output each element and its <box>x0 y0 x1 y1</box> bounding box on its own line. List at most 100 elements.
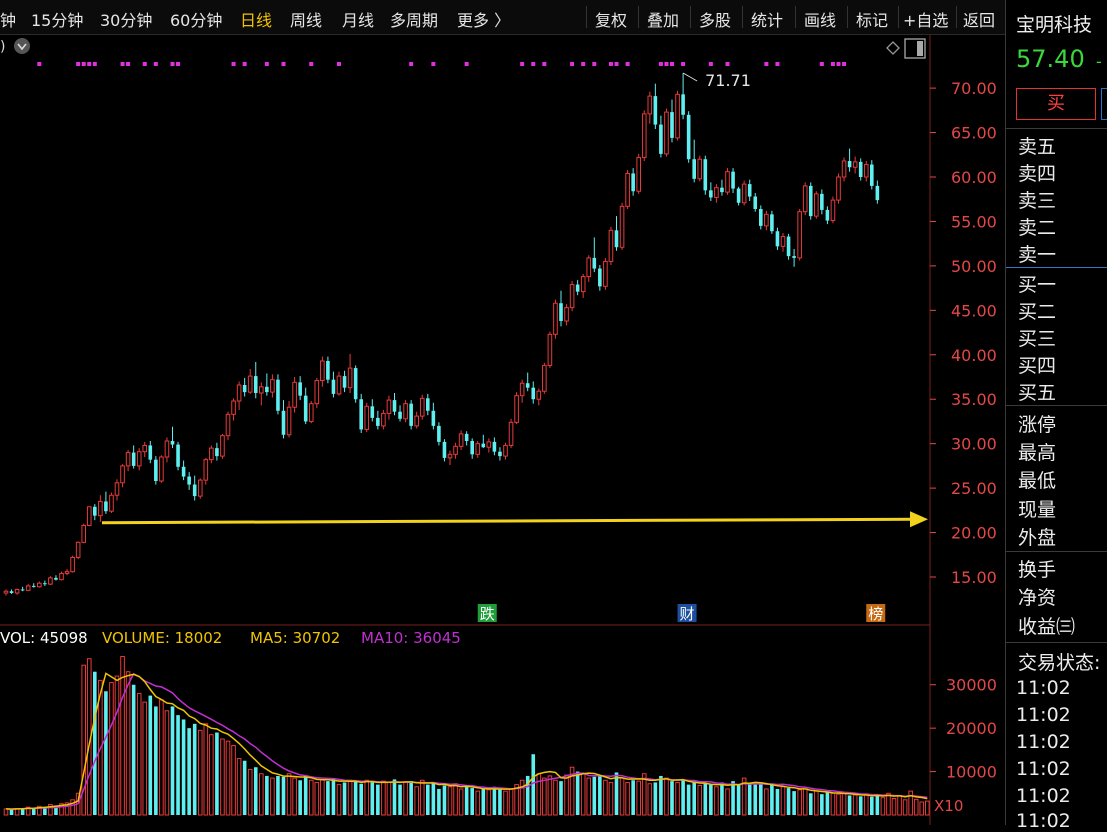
support-line-segment <box>101 517 913 525</box>
diamond-icon[interactable] <box>886 41 900 55</box>
price-axis-label: 65.00 <box>951 124 997 143</box>
signal-dot <box>120 62 125 66</box>
buy-button[interactable]: 买 <box>1016 88 1096 120</box>
volume-bar <box>437 788 441 815</box>
candle-body <box>647 95 653 115</box>
volume-bar <box>697 784 703 816</box>
candle-body <box>653 96 658 125</box>
candle-body <box>764 213 769 227</box>
volume-bar <box>392 779 397 815</box>
volume-bar <box>481 788 486 815</box>
last-price: 57.40 <box>1016 45 1085 73</box>
volume-bar <box>136 692 142 816</box>
volume-bar <box>292 777 297 816</box>
signal-dot <box>37 62 42 66</box>
volume-bar <box>209 734 214 816</box>
settings-dropdown-icon[interactable] <box>14 38 30 54</box>
volume-bar <box>503 790 508 816</box>
volume-axis-label: 20000 <box>946 719 997 738</box>
add-watchlist-button[interactable]: +自选 <box>903 7 948 31</box>
signal-dot <box>531 62 536 66</box>
signal-dot <box>231 62 236 66</box>
bid-level-3: 买三 <box>1018 328 1057 350</box>
volume-bar <box>770 783 774 815</box>
timeframe-tab-monthly[interactable]: 月线 <box>342 7 374 31</box>
chart-area[interactable]: ) 70.00 65.00 60.00 55.00 50.00 45.00 40.00 35.… <box>0 35 1039 825</box>
price-axis-label: 40.00 <box>951 346 997 365</box>
timeframe-tab-30min[interactable]: 30分钟 <box>100 7 152 31</box>
price-axis-label: 55.00 <box>951 212 997 231</box>
candle-body <box>731 171 735 189</box>
volume-bar <box>170 706 175 815</box>
back-button[interactable]: 返回 <box>963 7 995 31</box>
volume-bar <box>681 780 685 815</box>
volume-bar <box>331 778 336 815</box>
volume-bar <box>608 781 614 816</box>
candle-body <box>259 386 264 394</box>
timeframe-tab-weekly[interactable]: 周线 <box>290 7 322 31</box>
candle-body <box>481 443 486 448</box>
candle-body <box>636 156 642 192</box>
chart-canvas[interactable]: ) 70.00 65.00 60.00 55.00 50.00 45.00 40.00 35.… <box>0 35 1039 825</box>
timeframe-tab-daily[interactable]: 日线 <box>240 7 272 31</box>
volume-bar <box>619 777 625 816</box>
candle-body <box>858 161 863 177</box>
candle-body <box>398 411 402 419</box>
volume-bar <box>114 675 120 816</box>
candle-body <box>447 453 453 459</box>
volume-bar <box>880 797 886 816</box>
ma10-legend: MA10: 36045 <box>361 629 461 647</box>
volume-bar <box>908 790 913 816</box>
volume-bar <box>353 781 358 815</box>
volume-bar <box>825 792 830 815</box>
statistics-button[interactable]: 统计 <box>751 7 783 31</box>
candle-body <box>231 400 236 415</box>
candle-body <box>286 406 292 436</box>
candle-body <box>148 445 153 460</box>
candle-body <box>376 417 380 426</box>
candle-body <box>442 441 447 458</box>
mark-button[interactable]: 标记 <box>856 7 888 31</box>
candle-body <box>453 445 458 455</box>
earnings-label: 收益㈢ <box>1018 616 1076 638</box>
volume-bar <box>586 777 592 816</box>
ask-level-1: 卖一 <box>1018 244 1057 266</box>
candle-body <box>614 230 619 248</box>
support-line[interactable] <box>101 511 928 528</box>
overlay-button[interactable]: 叠加 <box>647 7 679 31</box>
volume-bar <box>336 784 342 816</box>
candle-body <box>181 466 186 477</box>
multi-stock-button[interactable]: 多股 <box>699 7 731 31</box>
timeframe-tab-multi-period[interactable]: 多周期 <box>390 7 438 31</box>
volume-bar <box>225 740 231 816</box>
trade-status-label: 交易状态: <box>1018 652 1101 674</box>
candle-body <box>753 196 758 209</box>
signal-dot <box>142 62 147 66</box>
volume-bar <box>625 781 630 816</box>
price-axis-label: 20.00 <box>951 524 997 543</box>
candle-body <box>176 444 180 467</box>
event-tags[interactable]: 跌财榜增涨 <box>477 604 1039 623</box>
volume-bar <box>830 792 836 816</box>
volume-axis-label: 30000 <box>946 676 997 695</box>
signal-dot <box>775 62 780 66</box>
candle-body <box>792 256 796 258</box>
high-price-label: 71.71 <box>705 71 751 90</box>
sell-button-partial[interactable] <box>1101 88 1107 120</box>
volume-legend: VOLUME: 18002 <box>102 629 222 647</box>
candle-body <box>780 236 786 247</box>
adjust-rights-button[interactable]: 复权 <box>595 7 627 31</box>
timeframe-tab-1min[interactable]: 钟 <box>0 7 16 31</box>
volume-bar <box>259 773 264 816</box>
volume-bar <box>9 809 14 815</box>
draw-line-button[interactable]: 画线 <box>804 7 836 31</box>
ma5-legend: MA5: 30702 <box>250 629 340 647</box>
volume-bar <box>486 789 492 816</box>
timeframe-tab-60min[interactable]: 60分钟 <box>170 7 222 31</box>
candle-body <box>303 395 308 422</box>
candle-body <box>131 452 136 466</box>
timeframe-more-menu[interactable]: 更多 〉 <box>457 7 510 31</box>
timeframe-tab-15min[interactable]: 15分钟 <box>31 7 83 31</box>
price-axis: 70.00 65.00 60.00 55.00 50.00 45.00 40.00 35.00… <box>930 79 997 587</box>
volume-bar <box>902 799 908 816</box>
